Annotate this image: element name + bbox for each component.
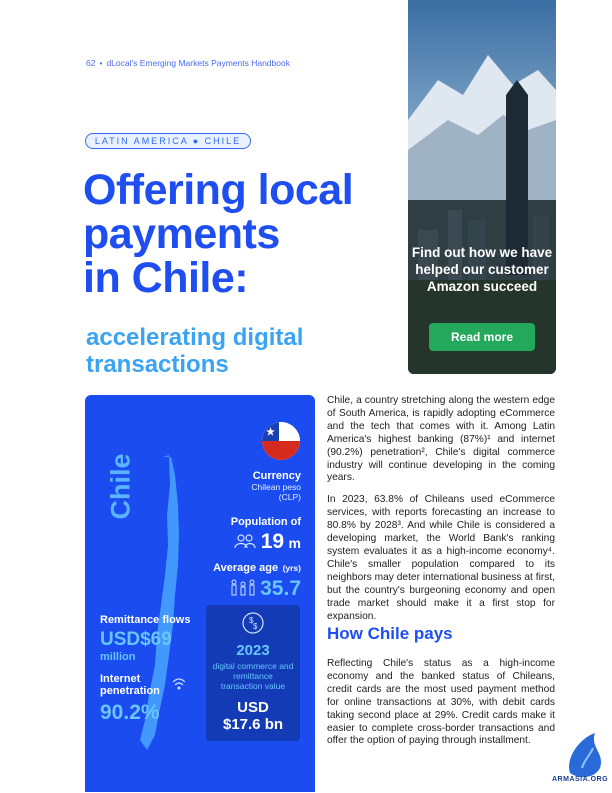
remittance-block: Remittance flows USD$69 million — [100, 614, 190, 663]
publication-title: dLocal's Emerging Markets Payments Handb… — [106, 58, 290, 68]
people-icon — [234, 533, 256, 554]
age-label: Average age — [213, 562, 279, 574]
currency-name: Chilean peso — [251, 482, 301, 492]
promo-card: Find out how we have helped our customer… — [408, 0, 556, 374]
page-number: 62 — [86, 58, 96, 68]
population-block: Population of 19 m — [231, 516, 301, 554]
wifi-icon — [171, 676, 187, 697]
population-label: Population of — [230, 516, 301, 528]
read-more-button[interactable]: Read more — [429, 323, 535, 351]
age-value: 35.7 — [260, 577, 301, 600]
region-tag: LATIN AMERICA ● CHILE — [85, 133, 251, 149]
country-name: Chile — [105, 453, 136, 520]
money-exchange-icon: $ $ — [206, 611, 300, 640]
remittance-label: Remittance flows — [100, 614, 191, 626]
remittance-unit: million — [100, 651, 136, 663]
box-description: digital commerce and remittance transact… — [212, 661, 294, 691]
country-facts-panel: Chile Currency Chilean peso (CLP) Popula… — [85, 395, 315, 792]
page-subtitle: accelerating digital transactions — [86, 324, 304, 378]
chile-flag-icon — [262, 422, 300, 460]
currency-block: Currency Chilean peso (CLP) — [251, 470, 301, 502]
title-line-2: payments — [83, 210, 280, 258]
paragraph-3: Reflecting Chile's status as a high-inco… — [327, 658, 555, 747]
body-column-intro: Chile, a country stretching along the we… — [327, 395, 555, 632]
section-heading: How Chile pays — [327, 624, 453, 643]
title-line-3: in Chile: — [83, 254, 249, 302]
santiago-skyline-photo — [408, 0, 556, 374]
bullet-separator: • — [99, 58, 103, 68]
page-title: Offering local payments in Chile: — [83, 168, 403, 300]
age-unit: (yrs) — [282, 563, 301, 573]
population-value: 19 — [260, 530, 285, 553]
box-year: 2023 — [236, 642, 270, 659]
box-value: $17.6 bn — [222, 716, 284, 733]
internet-value: 90.2% — [100, 701, 160, 724]
paragraph-1: Chile, a country stretching along the we… — [327, 395, 555, 484]
watermark-logo: ARMASIA.ORG — [552, 728, 610, 788]
transaction-value-box: $ $ 2023 digital commerce and remittance … — [206, 605, 300, 741]
promo-text: Find out how we have helped our customer… — [411, 245, 553, 294]
paragraph-2: In 2023, 63.8% of Chileans used eCommerc… — [327, 494, 555, 622]
running-header: 62 • dLocal's Emerging Markets Payments Ha… — [86, 58, 290, 68]
family-icon — [230, 579, 256, 602]
remittance-value: USD$69 — [100, 629, 172, 650]
svg-text:$: $ — [253, 622, 258, 631]
internet-label-2: penetration — [100, 685, 160, 697]
body-column-payments: Reflecting Chile's status as a high-inco… — [327, 658, 555, 748]
age-block: Average age (yrs) 35.7 — [213, 558, 301, 602]
currency-label: Currency — [252, 470, 301, 482]
currency-code: (CLP) — [278, 492, 301, 502]
internet-block: Internet penetration 90.2% — [100, 673, 160, 725]
watermark-text: ARMASIA.ORG — [552, 776, 609, 783]
title-line-1: Offering local — [83, 166, 354, 214]
box-currency: USD — [237, 699, 269, 716]
internet-label-1: Internet — [100, 673, 141, 685]
population-unit: m — [288, 535, 301, 551]
